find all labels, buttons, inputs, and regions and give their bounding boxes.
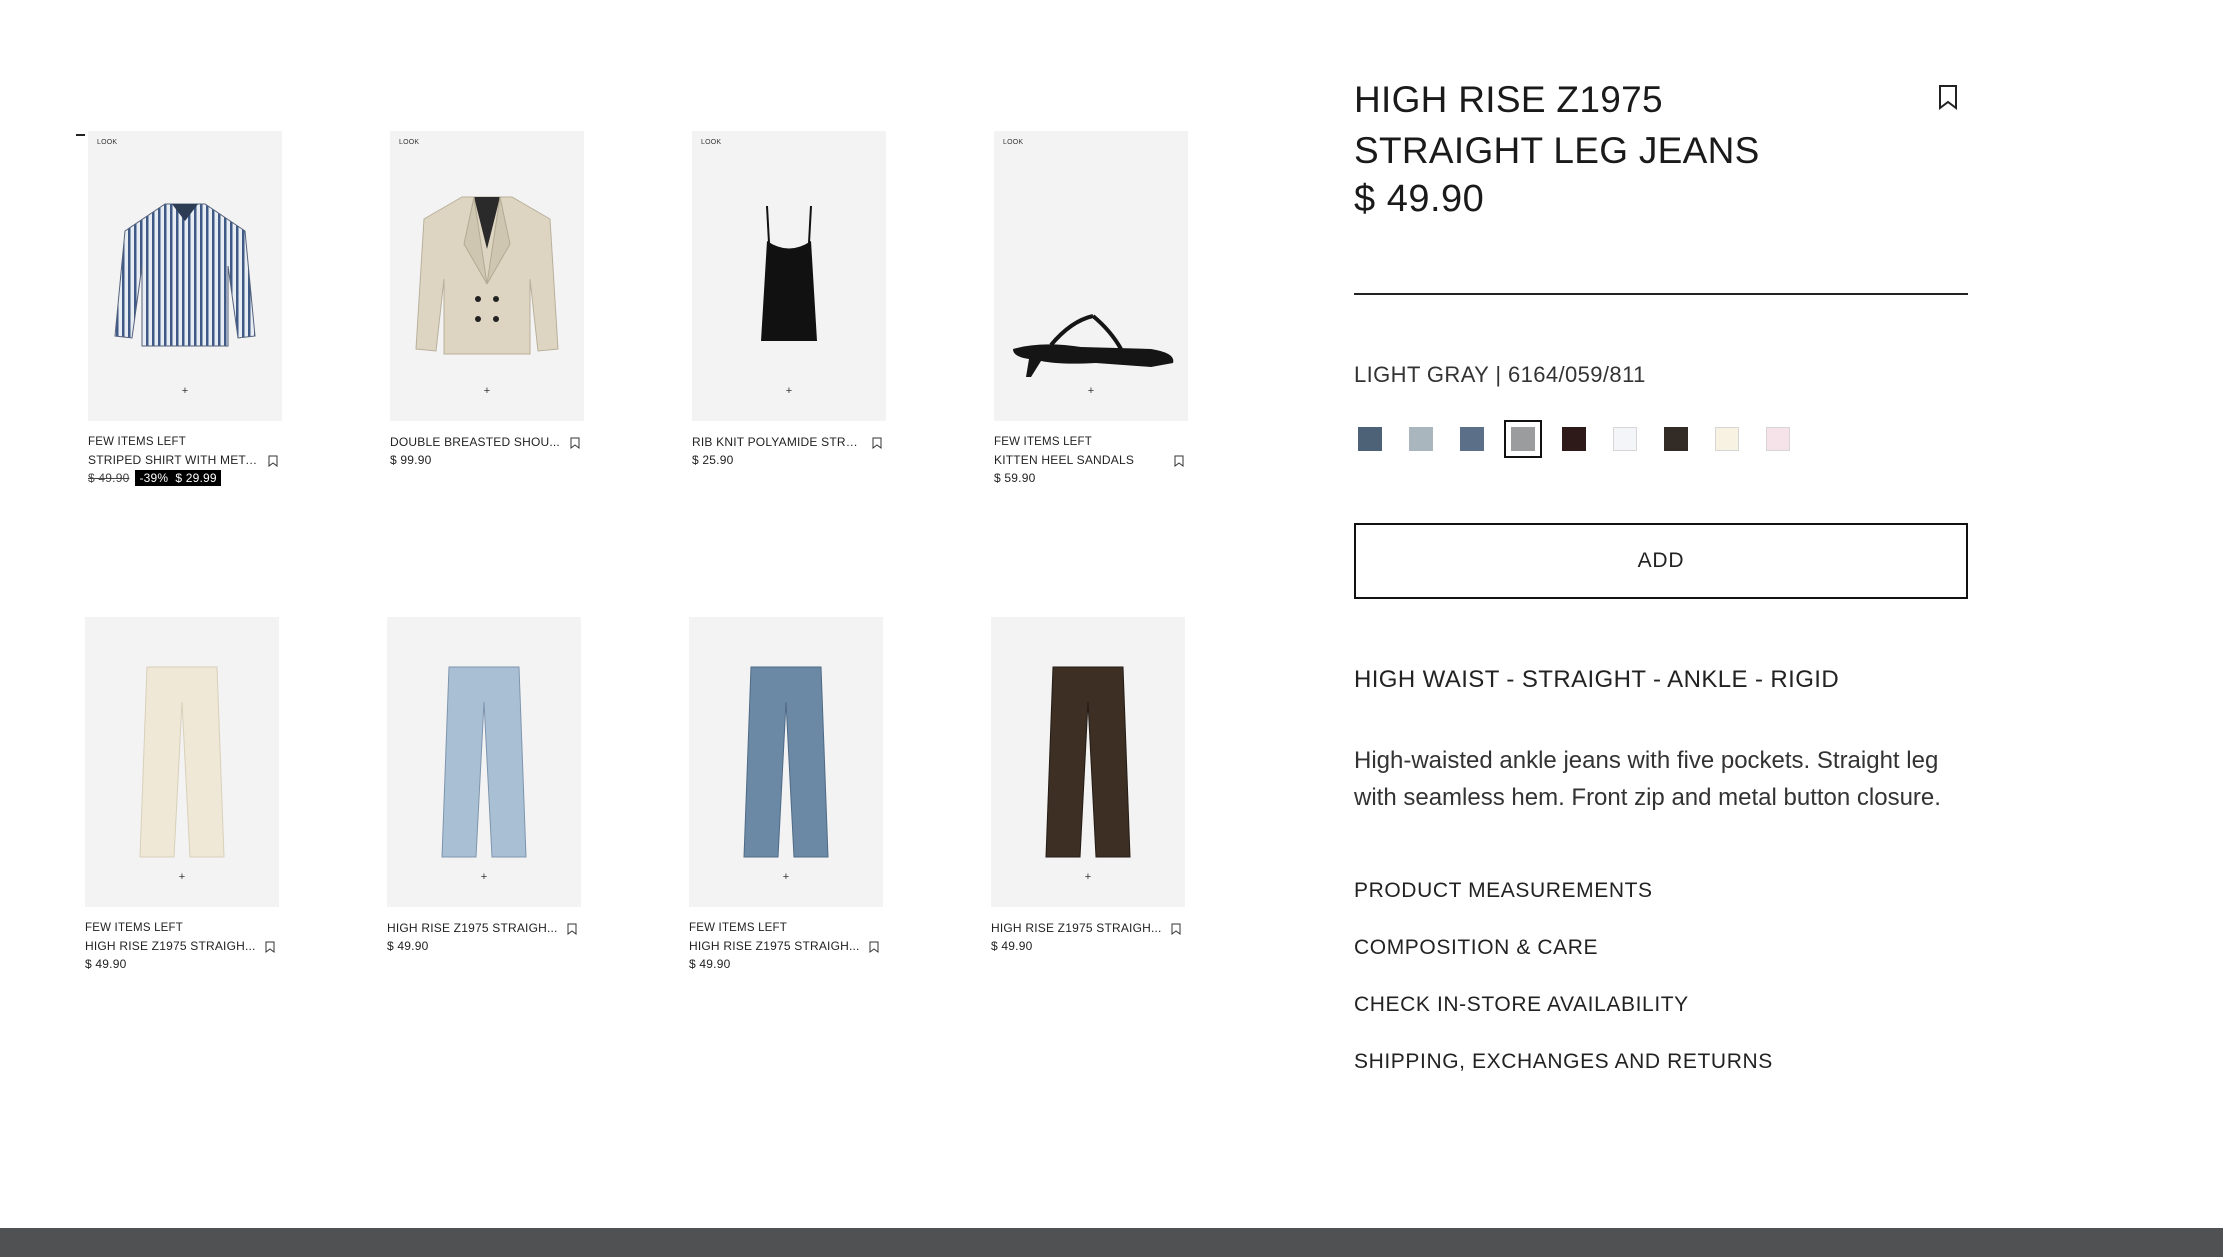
look-label: LOOK [97, 139, 118, 146]
quick-add-plus[interactable]: + [182, 386, 188, 397]
sale-badge: -39% $ 29.99 [135, 470, 221, 486]
product-card-jeans-ecru[interactable]: + FEW ITEMS LEFT HIGH RISE Z1975 STRAIGH… [85, 617, 279, 973]
product-image[interactable]: + [387, 617, 581, 907]
product-name[interactable]: HIGH RISE Z1975 STRAIGH... [387, 919, 559, 937]
bookmark-icon[interactable] [1171, 923, 1181, 935]
product-title: HIGH RISE Z1975 STRAIGHT LEG JEANS [1354, 79, 1760, 171]
price-line: $ 49.90 -39% $ 29.99 [88, 469, 282, 487]
sandals-image [1013, 314, 1174, 377]
product-price: $ 25.90 [692, 453, 734, 467]
info-links: PRODUCT MEASUREMENTS COMPOSITION & CARE … [1354, 880, 1773, 1108]
fit-description: HIGH WAIST - STRAIGHT - ANKLE - RIGID [1354, 666, 1840, 693]
quick-add-plus[interactable]: + [783, 872, 789, 883]
color-swatches [1358, 420, 1817, 458]
color-swatch[interactable] [1613, 427, 1637, 451]
jeans-light-blue-image [441, 666, 527, 858]
color-swatch[interactable] [1664, 427, 1688, 451]
look-label: LOOK [701, 139, 722, 146]
product-image[interactable]: LOOK + [994, 131, 1188, 421]
divider [1354, 293, 1968, 295]
bookmark-icon[interactable] [268, 455, 278, 467]
product-measurements-link[interactable]: PRODUCT MEASUREMENTS [1354, 880, 1773, 902]
quick-add-plus[interactable]: + [481, 872, 487, 883]
shipping-returns-link[interactable]: SHIPPING, EXCHANGES AND RETURNS [1354, 1051, 1773, 1073]
stock-tag: FEW ITEMS LEFT [85, 922, 183, 934]
bookmark-icon[interactable] [1174, 455, 1184, 467]
stock-tag: FEW ITEMS LEFT [88, 436, 186, 448]
product-card-kitten-heel-sandals[interactable]: LOOK + FEW ITEMS LEFT KITTEN HEEL SANDAL… [994, 131, 1188, 487]
tank-top-image [761, 205, 817, 341]
bookmark-icon[interactable] [869, 941, 879, 953]
quick-add-plus[interactable]: + [179, 872, 185, 883]
color-swatch[interactable] [1715, 427, 1739, 451]
quick-add-plus[interactable]: + [1085, 872, 1091, 883]
jeans-ecru-image [139, 666, 225, 858]
bookmark-icon[interactable] [567, 923, 577, 935]
jeans-brown-image [1045, 666, 1131, 858]
product-price: $ 49.90 [85, 957, 127, 971]
product-image[interactable]: LOOK + [88, 131, 282, 421]
quick-add-plus[interactable]: + [484, 386, 490, 397]
product-name[interactable]: STRIPED SHIRT WITH META... [88, 451, 260, 469]
blazer-image [415, 196, 559, 354]
bookmark-icon[interactable] [872, 437, 882, 449]
product-name[interactable]: HIGH RISE Z1975 STRAIGH... [689, 937, 861, 955]
product-price: $ 59.90 [994, 471, 1036, 485]
product-image[interactable]: LOOK + [390, 131, 584, 421]
color-swatch[interactable] [1460, 427, 1484, 451]
product-card-blazer[interactable]: LOOK + DOUBLE BREASTED SHOU... $ 99.90 [390, 131, 584, 469]
stock-tag: FEW ITEMS LEFT [689, 922, 787, 934]
product-name[interactable]: KITTEN HEEL SANDALS [994, 451, 1166, 469]
color-swatch[interactable] [1409, 427, 1433, 451]
composition-care-link[interactable]: COMPOSITION & CARE [1354, 937, 1773, 959]
top-marker [76, 134, 85, 136]
product-image[interactable]: + [689, 617, 883, 907]
look-label: LOOK [1003, 139, 1024, 146]
bookmark-icon[interactable] [265, 941, 275, 953]
color-swatch[interactable] [1504, 420, 1542, 458]
product-price: $ 49.90 [387, 939, 429, 953]
sale-price: $ 29.99 [175, 471, 217, 485]
quick-add-plus[interactable]: + [786, 386, 792, 397]
product-card-jeans-light-blue[interactable]: + HIGH RISE Z1975 STRAIGH... $ 49.90 [387, 617, 581, 955]
product-description: High-waisted ankle jeans with five pocke… [1354, 747, 1941, 811]
color-reference: LIGHT GRAY | 6164/059/811 [1354, 362, 1646, 387]
quick-add-plus[interactable]: + [1088, 386, 1094, 397]
color-swatch[interactable] [1562, 427, 1586, 451]
bookmark-icon[interactable] [1938, 84, 1958, 110]
product-price: $ 49.90 [991, 939, 1033, 953]
product-image[interactable]: + [85, 617, 279, 907]
product-name[interactable]: HIGH RISE Z1975 STRAIGH... [85, 937, 257, 955]
color-swatch[interactable] [1766, 427, 1790, 451]
product-name[interactable]: DOUBLE BREASTED SHOU... [390, 433, 562, 451]
old-price: $ 49.90 [88, 471, 130, 485]
product-image[interactable]: + [991, 617, 1185, 907]
product-image[interactable]: LOOK + [692, 131, 886, 421]
discount-percent: -39% [139, 471, 169, 485]
product-price: $ 99.90 [390, 453, 432, 467]
add-to-cart-button[interactable]: ADD [1354, 523, 1968, 599]
look-label: LOOK [399, 139, 420, 146]
product-card-jeans-mid-blue[interactable]: + FEW ITEMS LEFT HIGH RISE Z1975 STRAIGH… [689, 617, 883, 973]
bookmark-icon[interactable] [570, 437, 580, 449]
color-swatch[interactable] [1358, 427, 1382, 451]
product-card-striped-shirt[interactable]: LOOK + FEW ITEMS LEFT STRIPED SHIRT WITH… [88, 131, 282, 487]
product-card-jeans-brown[interactable]: + HIGH RISE Z1975 STRAIGH... $ 49.90 [991, 617, 1185, 955]
product-name[interactable]: HIGH RISE Z1975 STRAIGH... [991, 919, 1163, 937]
product-card-tank-top[interactable]: LOOK + RIB KNIT POLYAMIDE STRA... $ 25.9… [692, 131, 886, 469]
product-price: $ 49.90 [689, 957, 731, 971]
in-store-availability-link[interactable]: CHECK IN-STORE AVAILABILITY [1354, 994, 1773, 1016]
jeans-mid-blue-image [743, 666, 829, 858]
striped-shirt-image [114, 203, 256, 347]
stock-tag: FEW ITEMS LEFT [994, 436, 1092, 448]
product-price: $ 49.90 [1354, 178, 1485, 220]
footer-bar [0, 1228, 2223, 1257]
product-name[interactable]: RIB KNIT POLYAMIDE STRA... [692, 433, 864, 451]
